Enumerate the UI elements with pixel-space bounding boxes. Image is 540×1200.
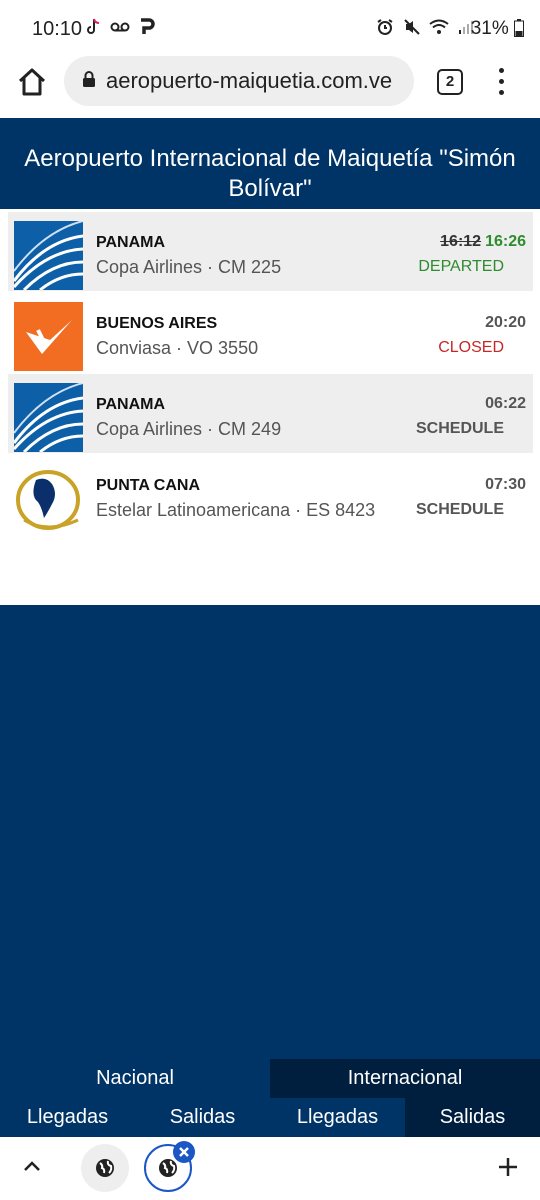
- voicemail-icon: [110, 22, 130, 32]
- sub-tabs: Llegadas Salidas Llegadas Salidas: [0, 1098, 540, 1137]
- flight-time: 07:30: [485, 476, 526, 493]
- battery-status: 31%: [471, 18, 524, 40]
- tab-switcher-button[interactable]: 2: [437, 69, 463, 95]
- flight-row[interactable]: PUNTA CANA Estelar Latinoamericana · ES …: [8, 455, 533, 534]
- flight-destination: PANAMA: [96, 396, 166, 413]
- flight-status: CLOSED: [438, 339, 504, 356]
- tab-internacional-llegadas[interactable]: Llegadas: [270, 1098, 405, 1137]
- system-icons: [376, 18, 474, 38]
- more-menu-button[interactable]: [494, 66, 510, 98]
- tab-nacional-llegadas[interactable]: Llegadas: [0, 1098, 135, 1137]
- flight-destination: PUNTA CANA: [96, 477, 200, 494]
- tab-internacional[interactable]: Internacional: [270, 1059, 540, 1098]
- mute-icon: [403, 19, 420, 35]
- flight-row[interactable]: PANAMA Copa Airlines · CM 249 06:22 SCHE…: [8, 374, 533, 454]
- address-bar[interactable]: aeropuerto-maiquetia.com.ve: [64, 56, 414, 106]
- notification-icons: [85, 18, 155, 39]
- flight-time: 20:20: [485, 314, 526, 331]
- new-tab-button[interactable]: [496, 1155, 520, 1179]
- lock-icon: [83, 71, 95, 87]
- tiktok-icon: [87, 18, 100, 34]
- copa-airlines-logo: [12, 382, 84, 454]
- estelar-logo: [14, 464, 83, 533]
- flight-list: PANAMA Copa Airlines · CM 225 16:12 16:26…: [0, 209, 540, 605]
- flight-status: SCHEDULE: [415, 420, 504, 437]
- flight-actual-time: 16:26: [485, 233, 526, 250]
- p-app-icon: [141, 18, 155, 34]
- flight-airline: Copa Airlines · CM 249: [96, 419, 282, 439]
- alarm-icon: [377, 19, 393, 35]
- flight-row[interactable]: BUENOS AIRES Conviasa · VO 3550 20:20 CL…: [8, 293, 533, 372]
- main-tabs: Nacional Internacional: [0, 1059, 540, 1098]
- url-text: aeropuerto-maiquetia.com.ve: [106, 68, 393, 93]
- bottom-toolbar: [0, 1137, 540, 1200]
- conviasa-logo: [14, 302, 83, 371]
- plus-icon: [499, 1158, 517, 1176]
- tab-nacional-salidas[interactable]: Salidas: [135, 1098, 270, 1137]
- page-header: Aeropuerto Internacional de Maiquetía "S…: [0, 118, 540, 209]
- flight-row[interactable]: PANAMA Copa Airlines · CM 225 16:12 16:26…: [8, 212, 533, 292]
- wifi-icon: [429, 19, 449, 34]
- globe-icon: [96, 1159, 114, 1177]
- chevron-up-icon: [24, 1161, 40, 1171]
- status-time: 10:10: [32, 18, 83, 40]
- page-title: Aeropuerto Internacional de Maiquetía "S…: [24, 145, 516, 202]
- flight-airline: Copa Airlines · CM 225: [96, 257, 282, 277]
- home-button[interactable]: [14, 64, 50, 100]
- tab-preview-1[interactable]: [81, 1144, 129, 1192]
- close-tab-button[interactable]: [173, 1141, 195, 1163]
- battery-icon: [514, 19, 524, 37]
- tab-internacional-salidas[interactable]: Salidas: [405, 1098, 540, 1137]
- home-icon: [18, 68, 46, 96]
- tab-nacional[interactable]: Nacional: [0, 1059, 270, 1098]
- flight-time: 06:22: [485, 395, 526, 412]
- collapse-button[interactable]: [20, 1155, 44, 1179]
- flight-status: DEPARTED: [418, 258, 504, 275]
- flight-scheduled-time: 16:12: [440, 233, 482, 250]
- status-bar: 10:10 31%: [0, 0, 540, 56]
- copa-airlines-logo: [12, 220, 84, 292]
- browser-toolbar: aeropuerto-maiquetia.com.ve 2: [0, 56, 540, 118]
- close-icon: [179, 1147, 189, 1157]
- battery-percent: 31%: [470, 18, 509, 39]
- flight-airline: Estelar Latinoamericana · ES 8423: [96, 500, 376, 520]
- flight-destination: BUENOS AIRES: [96, 315, 218, 332]
- flight-destination: PANAMA: [96, 234, 166, 251]
- flight-airline: Conviasa · VO 3550: [96, 338, 259, 358]
- flight-time: 16:12 16:26: [440, 233, 526, 251]
- flight-status: SCHEDULE: [415, 501, 504, 518]
